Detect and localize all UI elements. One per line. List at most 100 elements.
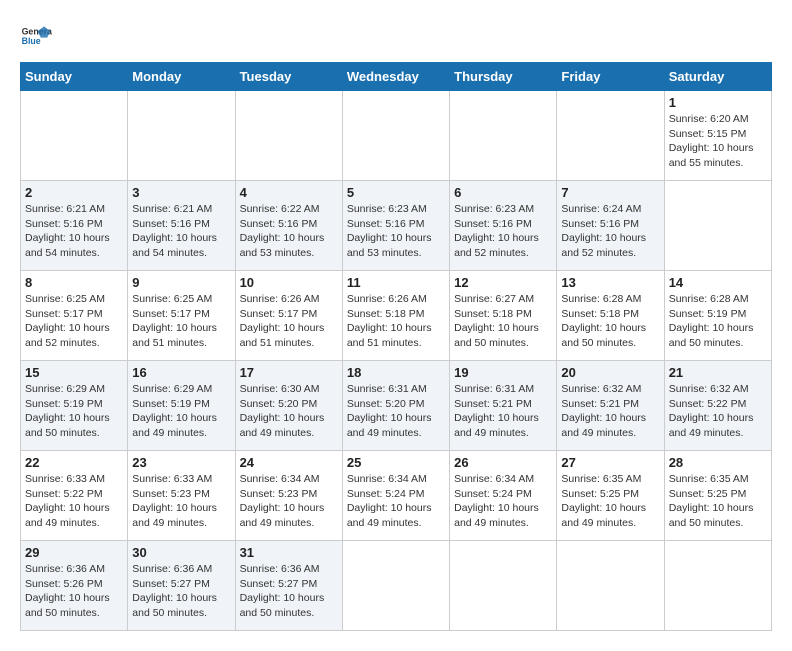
calendar-cell bbox=[664, 541, 771, 631]
calendar-table: SundayMondayTuesdayWednesdayThursdayFrid… bbox=[20, 62, 772, 631]
day-info: Sunrise: 6:33 AMSunset: 5:22 PMDaylight:… bbox=[25, 472, 123, 531]
day-number: 11 bbox=[347, 275, 445, 290]
calendar-cell bbox=[128, 91, 235, 181]
day-info: Sunrise: 6:22 AMSunset: 5:16 PMDaylight:… bbox=[240, 202, 338, 261]
svg-text:Blue: Blue bbox=[22, 36, 41, 46]
day-number: 8 bbox=[25, 275, 123, 290]
calendar-header-thursday: Thursday bbox=[450, 63, 557, 91]
calendar-cell bbox=[450, 91, 557, 181]
day-number: 2 bbox=[25, 185, 123, 200]
day-number: 25 bbox=[347, 455, 445, 470]
calendar-cell: 3Sunrise: 6:21 AMSunset: 5:16 PMDaylight… bbox=[128, 181, 235, 271]
calendar-header-saturday: Saturday bbox=[664, 63, 771, 91]
day-info: Sunrise: 6:34 AMSunset: 5:23 PMDaylight:… bbox=[240, 472, 338, 531]
calendar-cell: 5Sunrise: 6:23 AMSunset: 5:16 PMDaylight… bbox=[342, 181, 449, 271]
day-info: Sunrise: 6:26 AMSunset: 5:18 PMDaylight:… bbox=[347, 292, 445, 351]
calendar-cell: 8 Sunrise: 6:25 AMSunset: 5:17 PMDaylight… bbox=[21, 271, 128, 361]
day-number: 30 bbox=[132, 545, 230, 560]
calendar-cell: 22 Sunrise: 6:33 AMSunset: 5:22 PMDayligh… bbox=[21, 451, 128, 541]
day-info: Sunrise: 6:30 AMSunset: 5:20 PMDaylight:… bbox=[240, 382, 338, 441]
day-number: 7 bbox=[561, 185, 659, 200]
logo: General Blue bbox=[20, 20, 56, 52]
day-number: 6 bbox=[454, 185, 552, 200]
day-number: 20 bbox=[561, 365, 659, 380]
day-info: Sunrise: 6:35 AMSunset: 5:25 PMDaylight:… bbox=[561, 472, 659, 531]
day-info: Sunrise: 6:28 AMSunset: 5:19 PMDaylight:… bbox=[669, 292, 767, 351]
calendar-cell: 11 Sunrise: 6:26 AMSunset: 5:18 PMDayligh… bbox=[342, 271, 449, 361]
day-number: 21 bbox=[669, 365, 767, 380]
calendar-cell: 2 Sunrise: 6:21 AMSunset: 5:16 PMDaylight… bbox=[21, 181, 128, 271]
day-info: Sunrise: 6:25 AMSunset: 5:17 PMDaylight:… bbox=[25, 292, 123, 351]
day-info: Sunrise: 6:32 AMSunset: 5:22 PMDaylight:… bbox=[669, 382, 767, 441]
day-info: Sunrise: 6:32 AMSunset: 5:21 PMDaylight:… bbox=[561, 382, 659, 441]
day-info: Sunrise: 6:20 AMSunset: 5:15 PMDaylight:… bbox=[669, 112, 767, 171]
calendar-cell bbox=[557, 91, 664, 181]
day-info: Sunrise: 6:35 AMSunset: 5:25 PMDaylight:… bbox=[669, 472, 767, 531]
day-number: 4 bbox=[240, 185, 338, 200]
calendar-week-row: 2 Sunrise: 6:21 AMSunset: 5:16 PMDaylight… bbox=[21, 181, 772, 271]
calendar-week-row: 8 Sunrise: 6:25 AMSunset: 5:17 PMDaylight… bbox=[21, 271, 772, 361]
day-info: Sunrise: 6:21 AMSunset: 5:16 PMDaylight:… bbox=[132, 202, 230, 261]
calendar-cell bbox=[235, 91, 342, 181]
calendar-cell: 13 Sunrise: 6:28 AMSunset: 5:18 PMDayligh… bbox=[557, 271, 664, 361]
day-number: 17 bbox=[240, 365, 338, 380]
day-number: 15 bbox=[25, 365, 123, 380]
day-info: Sunrise: 6:29 AMSunset: 5:19 PMDaylight:… bbox=[25, 382, 123, 441]
calendar-header-row: SundayMondayTuesdayWednesdayThursdayFrid… bbox=[21, 63, 772, 91]
day-number: 1 bbox=[669, 95, 767, 110]
day-number: 22 bbox=[25, 455, 123, 470]
day-info: Sunrise: 6:29 AMSunset: 5:19 PMDaylight:… bbox=[132, 382, 230, 441]
day-info: Sunrise: 6:28 AMSunset: 5:18 PMDaylight:… bbox=[561, 292, 659, 351]
calendar-header-monday: Monday bbox=[128, 63, 235, 91]
day-number: 31 bbox=[240, 545, 338, 560]
calendar-cell: 1 Sunrise: 6:20 AMSunset: 5:15 PMDaylight… bbox=[664, 91, 771, 181]
day-number: 16 bbox=[132, 365, 230, 380]
day-number: 19 bbox=[454, 365, 552, 380]
day-info: Sunrise: 6:27 AMSunset: 5:18 PMDaylight:… bbox=[454, 292, 552, 351]
calendar-header-sunday: Sunday bbox=[21, 63, 128, 91]
day-number: 18 bbox=[347, 365, 445, 380]
page-header: General Blue bbox=[20, 20, 772, 52]
calendar-cell: 25 Sunrise: 6:34 AMSunset: 5:24 PMDayligh… bbox=[342, 451, 449, 541]
calendar-cell bbox=[342, 541, 449, 631]
day-info: Sunrise: 6:21 AMSunset: 5:16 PMDaylight:… bbox=[25, 202, 123, 261]
day-number: 28 bbox=[669, 455, 767, 470]
calendar-header-tuesday: Tuesday bbox=[235, 63, 342, 91]
calendar-cell: 12Sunrise: 6:27 AMSunset: 5:18 PMDayligh… bbox=[450, 271, 557, 361]
calendar-cell: 9 Sunrise: 6:25 AMSunset: 5:17 PMDaylight… bbox=[128, 271, 235, 361]
calendar-cell: 18 Sunrise: 6:31 AMSunset: 5:20 PMDayligh… bbox=[342, 361, 449, 451]
calendar-header-wednesday: Wednesday bbox=[342, 63, 449, 91]
calendar-cell: 20 Sunrise: 6:32 AMSunset: 5:21 PMDayligh… bbox=[557, 361, 664, 451]
calendar-cell: 23Sunrise: 6:33 AMSunset: 5:23 PMDayligh… bbox=[128, 451, 235, 541]
day-number: 10 bbox=[240, 275, 338, 290]
calendar-cell: 17 Sunrise: 6:30 AMSunset: 5:20 PMDayligh… bbox=[235, 361, 342, 451]
calendar-week-row: 1 Sunrise: 6:20 AMSunset: 5:15 PMDaylight… bbox=[21, 91, 772, 181]
day-info: Sunrise: 6:31 AMSunset: 5:20 PMDaylight:… bbox=[347, 382, 445, 441]
day-info: Sunrise: 6:26 AMSunset: 5:17 PMDaylight:… bbox=[240, 292, 338, 351]
calendar-cell: 29Sunrise: 6:36 AMSunset: 5:26 PMDayligh… bbox=[21, 541, 128, 631]
day-number: 9 bbox=[132, 275, 230, 290]
day-info: Sunrise: 6:33 AMSunset: 5:23 PMDaylight:… bbox=[132, 472, 230, 531]
calendar-week-row: 29Sunrise: 6:36 AMSunset: 5:26 PMDayligh… bbox=[21, 541, 772, 631]
calendar-week-row: 22 Sunrise: 6:33 AMSunset: 5:22 PMDayligh… bbox=[21, 451, 772, 541]
calendar-cell: 19 Sunrise: 6:31 AMSunset: 5:21 PMDayligh… bbox=[450, 361, 557, 451]
day-info: Sunrise: 6:31 AMSunset: 5:21 PMDaylight:… bbox=[454, 382, 552, 441]
calendar-cell: 30Sunrise: 6:36 AMSunset: 5:27 PMDayligh… bbox=[128, 541, 235, 631]
day-info: Sunrise: 6:23 AMSunset: 5:16 PMDaylight:… bbox=[347, 202, 445, 261]
day-number: 14 bbox=[669, 275, 767, 290]
calendar-cell bbox=[557, 541, 664, 631]
calendar-cell: 16 Sunrise: 6:29 AMSunset: 5:19 PMDayligh… bbox=[128, 361, 235, 451]
calendar-cell bbox=[664, 181, 771, 271]
calendar-cell bbox=[450, 541, 557, 631]
day-info: Sunrise: 6:25 AMSunset: 5:17 PMDaylight:… bbox=[132, 292, 230, 351]
calendar-cell: 28 Sunrise: 6:35 AMSunset: 5:25 PMDayligh… bbox=[664, 451, 771, 541]
day-number: 13 bbox=[561, 275, 659, 290]
day-info: Sunrise: 6:23 AMSunset: 5:16 PMDaylight:… bbox=[454, 202, 552, 261]
calendar-cell bbox=[342, 91, 449, 181]
day-number: 29 bbox=[25, 545, 123, 560]
calendar-cell: 7Sunrise: 6:24 AMSunset: 5:16 PMDaylight… bbox=[557, 181, 664, 271]
logo-icon: General Blue bbox=[20, 20, 52, 52]
calendar-cell: 6 Sunrise: 6:23 AMSunset: 5:16 PMDaylight… bbox=[450, 181, 557, 271]
calendar-cell: 31Sunrise: 6:36 AMSunset: 5:27 PMDayligh… bbox=[235, 541, 342, 631]
day-info: Sunrise: 6:34 AMSunset: 5:24 PMDaylight:… bbox=[347, 472, 445, 531]
